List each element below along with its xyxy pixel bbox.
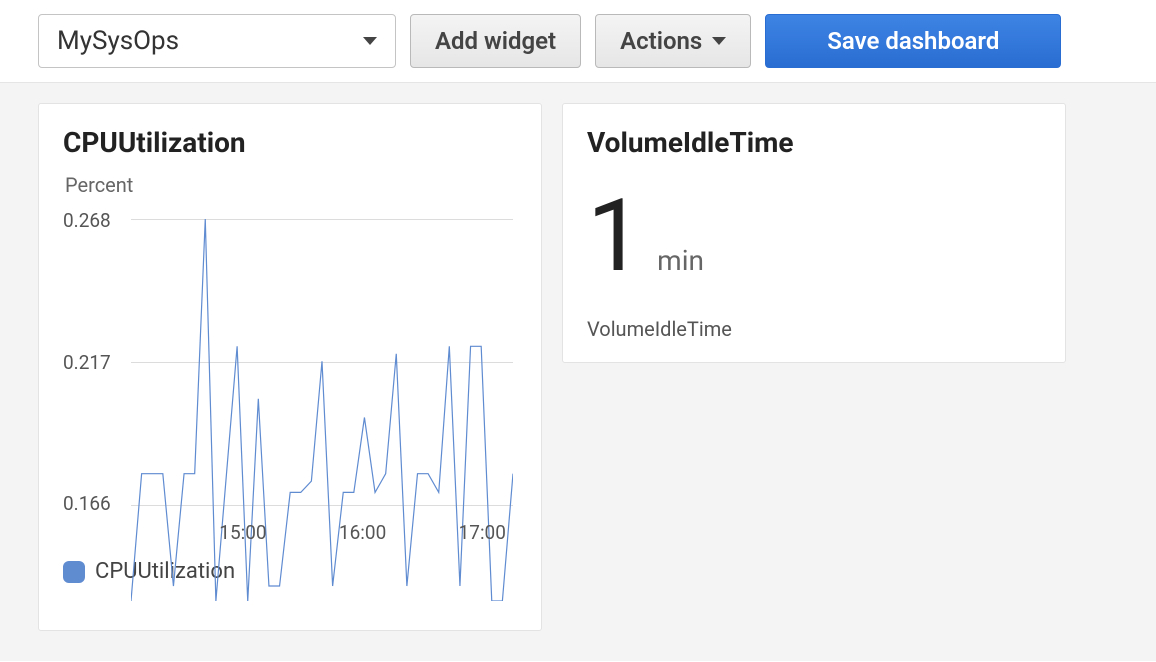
y-tick: 0.268 [63, 209, 125, 232]
save-dashboard-label: Save dashboard [827, 27, 999, 55]
x-tick: 17:00 [459, 521, 506, 544]
dashboard-select-label: MySysOps [57, 26, 179, 56]
add-widget-label: Add widget [435, 27, 556, 55]
save-dashboard-button[interactable]: Save dashboard [765, 14, 1061, 68]
cpu-utilization-widget: CPUUtilization Percent 0.268 0.217 0.166… [38, 103, 542, 631]
volume-idle-time-widget: VolumeIdleTime 1 min VolumeIdleTime [562, 103, 1066, 363]
chart-area: 0.268 0.217 0.166 [63, 209, 517, 515]
metric-label: VolumeIdleTime [587, 317, 1041, 341]
dashboard-select[interactable]: MySysOps [38, 14, 396, 68]
widget-title: CPUUtilization [63, 126, 517, 159]
toolbar: MySysOps Add widget Actions Save dashboa… [0, 0, 1156, 83]
metric-unit: min [657, 244, 704, 277]
caret-down-icon [712, 37, 726, 45]
y-tick: 0.166 [63, 492, 125, 515]
dashboard-content: CPUUtilization Percent 0.268 0.217 0.166… [0, 83, 1156, 661]
y-tick: 0.217 [63, 351, 125, 374]
chart-x-ticks: 15:00 16:00 17:00 [131, 521, 517, 549]
chart-y-axis-label: Percent [63, 173, 517, 197]
number-row: 1 min [587, 173, 1041, 317]
x-tick: 15:00 [219, 521, 266, 544]
legend-swatch-icon [63, 561, 85, 583]
x-tick: 16:00 [339, 521, 386, 544]
actions-button[interactable]: Actions [595, 14, 751, 68]
widget-title: VolumeIdleTime [587, 126, 1041, 159]
metric-value: 1 [587, 187, 643, 287]
add-widget-button[interactable]: Add widget [410, 14, 581, 68]
caret-down-icon [363, 37, 377, 45]
actions-label: Actions [620, 27, 702, 55]
chart-y-ticks: 0.268 0.217 0.166 [63, 209, 125, 515]
